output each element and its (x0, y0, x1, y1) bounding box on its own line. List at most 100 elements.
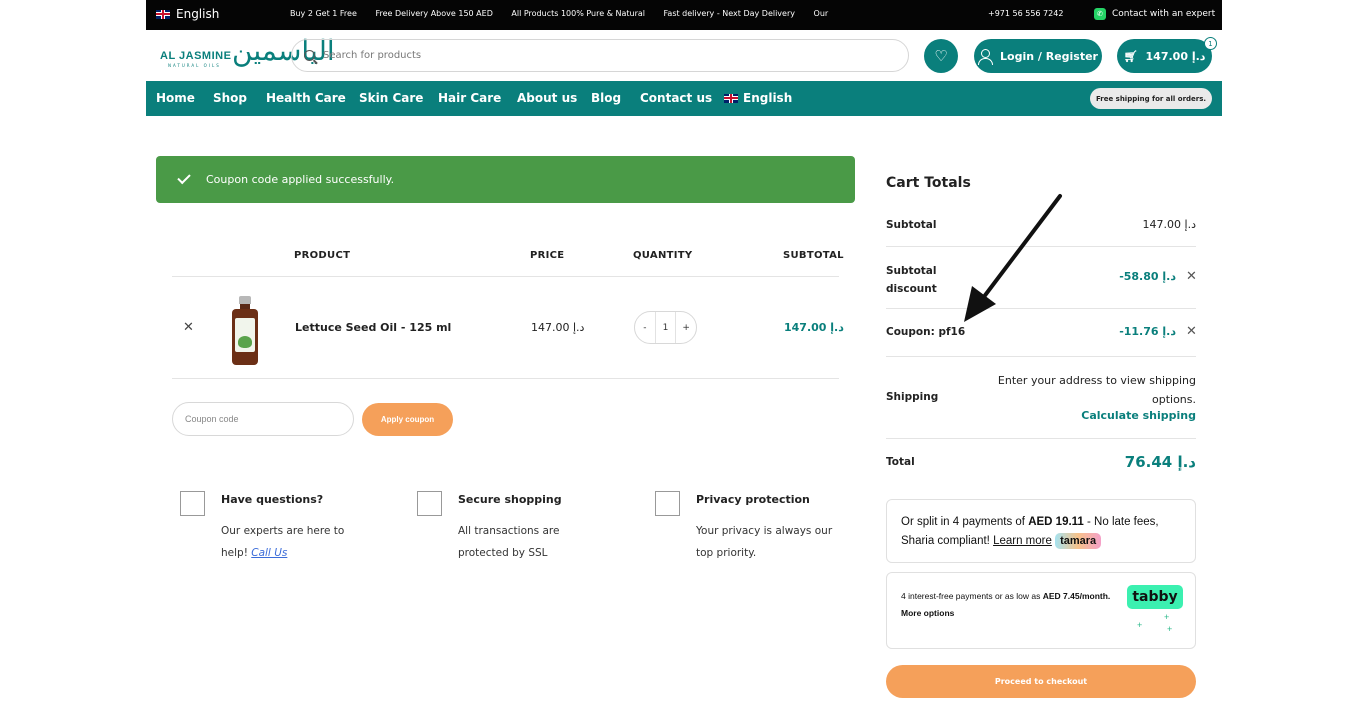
column-header-subtotal: SUBTOTAL (783, 250, 844, 261)
user-icon (978, 49, 993, 65)
product-name-link[interactable]: Lettuce Seed Oil - 125 ml (295, 321, 451, 334)
subtotal-label: Subtotal (886, 219, 937, 231)
feature-title: Have questions? (221, 493, 324, 506)
language-switcher[interactable]: English (156, 7, 219, 21)
heart-icon: ♡ (934, 47, 948, 65)
login-register-button[interactable]: Login / Register (974, 39, 1102, 73)
totals-divider (886, 438, 1196, 439)
contact-expert-link[interactable]: ✆ Contact with an expert (1094, 8, 1215, 20)
nav-language-switcher[interactable]: English (724, 91, 792, 105)
tabby-text: 4 interest-free payments or as low as (901, 591, 1043, 601)
search-bar[interactable]: Search for products (291, 39, 909, 72)
checkmark-icon (177, 170, 191, 185)
feature-title: Privacy protection (696, 493, 810, 506)
calculate-shipping-link[interactable]: Calculate shipping (1081, 409, 1196, 422)
annotation-arrow-icon (964, 194, 1062, 322)
contact-label: Contact with an expert (1112, 9, 1216, 19)
ticker-item: All Products 100% Pure & Natural (511, 9, 645, 18)
cart-count-badge: 1 (1204, 37, 1217, 50)
top-announcement-bar: English Buy 2 Get 1 Free Free Delivery A… (146, 0, 1222, 30)
total-value: 76.44 د.إ (1124, 453, 1196, 471)
uk-flag-icon (156, 9, 170, 19)
nav-item-about-us[interactable]: About us (517, 91, 577, 105)
nav-item-contact-us[interactable]: Contact us (640, 91, 712, 105)
logo-subtext: NATURAL OILS (168, 63, 221, 68)
whatsapp-icon: ✆ (1094, 8, 1106, 20)
nav-item-home[interactable]: Home (156, 91, 195, 105)
column-header-quantity: QUANTITY (633, 250, 693, 261)
nav-language-label: English (743, 91, 793, 105)
nav-item-skin-care[interactable]: Skin Care (359, 91, 423, 105)
total-label: Total (886, 456, 915, 468)
feature-description: Our experts are here to help! Call Us (221, 520, 371, 564)
lock-icon (417, 491, 442, 516)
cart-icon: 🛒︎ (1123, 49, 1138, 63)
subtotal-discount-value: -58.80 د.إ (1119, 270, 1176, 283)
tamara-widget: Or split in 4 payments of AED 19.11 - No… (886, 499, 1196, 563)
logo-text: AL JASMINE (160, 50, 232, 62)
table-divider (172, 378, 839, 379)
nav-item-hair-care[interactable]: Hair Care (438, 91, 501, 105)
apply-coupon-button[interactable]: Apply coupon (362, 403, 453, 436)
tamara-logo: tamara (1055, 533, 1102, 549)
nav-item-health-care[interactable]: Health Care (266, 91, 346, 105)
sparkle-icon: + (1167, 624, 1173, 634)
tamara-amount: AED 19.11 (1028, 516, 1084, 528)
search-input[interactable]: Search for products (323, 50, 421, 61)
coupon-code-input[interactable] (172, 402, 354, 436)
login-label: Login / Register (1000, 49, 1098, 63)
table-divider (172, 276, 839, 277)
site-logo[interactable]: AL JASMINE NATURAL OILS الياسمين (160, 34, 335, 72)
totals-divider (886, 356, 1196, 357)
tabby-widget: 4 interest-free payments or as low as AE… (886, 572, 1196, 649)
search-icon (304, 50, 315, 61)
column-header-product: PRODUCT (294, 250, 351, 261)
increase-qty-button[interactable]: + (676, 323, 696, 333)
coupon-value: -11.76 د.إ (1119, 325, 1176, 338)
column-header-price: PRICE (530, 250, 565, 261)
ticker-item: Our pro (813, 9, 830, 18)
announcement-ticker: Buy 2 Get 1 Free Free Delivery Above 150… (290, 9, 830, 18)
uk-flag-icon (724, 93, 738, 103)
remove-discount-icon[interactable]: ✕ (1186, 269, 1197, 284)
decrease-qty-button[interactable]: - (635, 323, 655, 333)
cart-button[interactable]: 🛒︎ 147.00 د.إ (1117, 39, 1212, 73)
ticker-item: Fast delivery - Next Day Delivery (663, 9, 795, 18)
remove-coupon-icon[interactable]: ✕ (1186, 324, 1197, 339)
subtotal-value: 147.00 د.إ (1142, 218, 1196, 231)
main-navigation: Home Shop Health Care Skin Care Hair Car… (146, 81, 1222, 116)
quantity-stepper[interactable]: - 1 + (634, 311, 697, 344)
shield-icon (655, 491, 680, 516)
sparkle-icon: + (1137, 620, 1143, 630)
alert-message: Coupon code applied successfully. (206, 173, 395, 186)
ticker-item: Buy 2 Get 1 Free (290, 9, 357, 18)
ticker-item: Free Delivery Above 150 AED (375, 9, 493, 18)
language-label: English (176, 7, 220, 21)
cart-total: 147.00 د.إ (1145, 49, 1206, 63)
free-shipping-badge: Free shipping for all orders. (1090, 88, 1212, 109)
tabby-amount: AED 7.45/month. (1042, 591, 1111, 601)
quantity-input[interactable]: 1 (654, 312, 677, 343)
shipping-label: Shipping (886, 391, 939, 403)
proceed-to-checkout-button[interactable]: Proceed to checkout (886, 665, 1196, 698)
cart-totals-title: Cart Totals (886, 175, 971, 191)
feature-title: Secure shopping (458, 493, 562, 506)
tamara-learn-more-link[interactable]: Learn more (993, 535, 1052, 547)
tabby-logo: tabby (1127, 585, 1183, 609)
subtotal-discount-label: Subtotal discount (886, 265, 937, 295)
call-us-link[interactable]: Call Us (251, 547, 287, 559)
tamara-text: Or split in 4 payments of (901, 516, 1029, 528)
nav-item-shop[interactable]: Shop (213, 91, 247, 105)
product-thumbnail[interactable] (230, 296, 260, 366)
question-icon (180, 491, 205, 516)
remove-item-icon[interactable]: ✕ (183, 320, 194, 335)
wishlist-button[interactable]: ♡ (924, 39, 958, 73)
tabby-more-options-link[interactable]: More options (901, 608, 954, 618)
phone-number[interactable]: +971 56 556 7242 (988, 9, 1063, 18)
shipping-note: Enter your address to view shipping opti… (997, 374, 1196, 406)
product-subtotal: 147.00 د.إ (784, 321, 844, 334)
feature-description: All transactions are protected by SSL (458, 525, 560, 559)
coupon-success-alert: Coupon code applied successfully. (156, 156, 855, 203)
nav-item-blog[interactable]: Blog (591, 91, 621, 105)
product-price: 147.00 د.إ (531, 321, 585, 334)
